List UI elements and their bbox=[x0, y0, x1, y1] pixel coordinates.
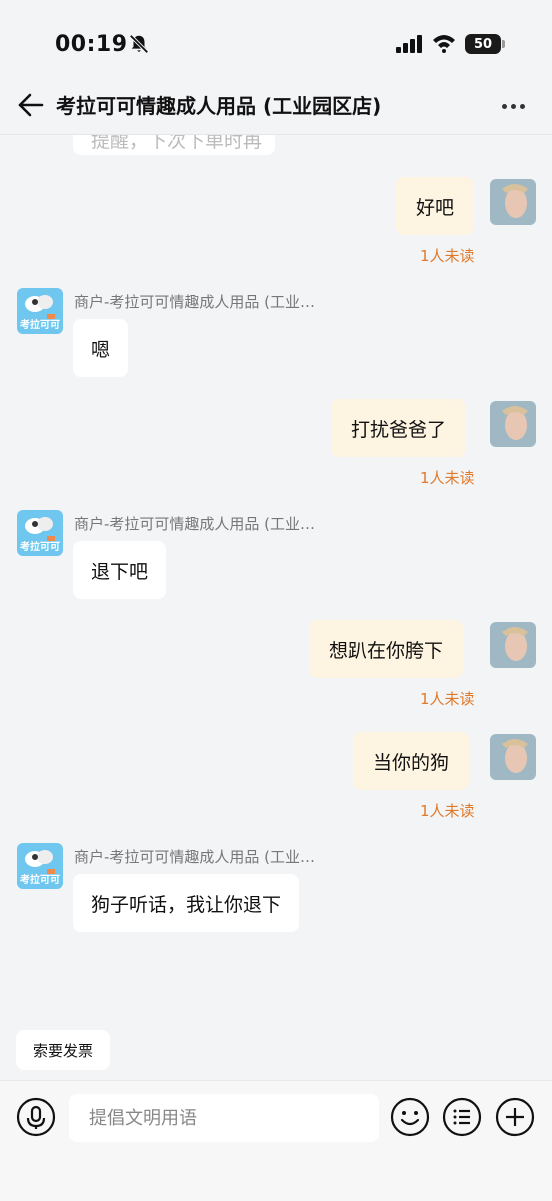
user-avatar-image bbox=[490, 401, 536, 447]
unread-status: 1人未读 bbox=[420, 469, 475, 487]
bell-muted-icon bbox=[129, 34, 149, 54]
back-arrow-icon[interactable] bbox=[14, 90, 48, 120]
emoji-icon[interactable] bbox=[390, 1097, 430, 1137]
shop-avatar[interactable]: 考拉可可 bbox=[17, 510, 63, 556]
shop-avatar[interactable]: 考拉可可 bbox=[17, 288, 63, 334]
message-text: 提醒，下次下单时再 bbox=[91, 135, 263, 152]
chat-title: 考拉可可情趣成人用品 (工业园区店) bbox=[56, 94, 382, 118]
message-text: 嗯 bbox=[91, 338, 111, 361]
request-invoice-button[interactable]: 索要发票 bbox=[16, 1030, 111, 1070]
chip-label: 索要发票 bbox=[33, 1041, 94, 1060]
cellular-signal-icon bbox=[396, 35, 422, 53]
svg-text:考拉可可: 考拉可可 bbox=[20, 318, 60, 331]
unread-status: 1人未读 bbox=[420, 247, 475, 265]
message-bubble-shop[interactable]: 提醒，下次下单时再 bbox=[73, 135, 275, 155]
svg-text:考拉可可: 考拉可可 bbox=[20, 873, 60, 886]
message-text: 狗子听话，我让你退下 bbox=[91, 893, 282, 916]
my-avatar[interactable] bbox=[490, 622, 536, 668]
message-input[interactable] bbox=[69, 1094, 379, 1142]
user-avatar-image bbox=[490, 622, 536, 668]
message-text: 好吧 bbox=[416, 196, 455, 219]
koala-logo-icon: 考拉可可 bbox=[17, 510, 63, 556]
message-text: 当你的狗 bbox=[373, 751, 450, 774]
status-bar: 00:19 50 bbox=[0, 0, 552, 88]
sender-name: 商户-考拉可可情趣成人用品 (工业… bbox=[74, 848, 316, 866]
sender-name: 商户-考拉可可情趣成人用品 (工业… bbox=[74, 293, 316, 311]
status-time: 00:19 bbox=[55, 32, 128, 57]
chat-header: 考拉可可情趣成人用品 (工业园区店) bbox=[0, 80, 552, 132]
unread-status: 1人未读 bbox=[420, 690, 475, 708]
input-bar bbox=[0, 1080, 552, 1201]
message-bubble-me[interactable]: 好吧 bbox=[396, 177, 475, 235]
koala-logo-icon: 考拉可可 bbox=[17, 843, 63, 889]
message-bubble-me[interactable]: 想趴在你胯下 bbox=[309, 620, 464, 678]
microphone-icon[interactable] bbox=[16, 1097, 56, 1137]
my-avatar[interactable] bbox=[490, 179, 536, 225]
message-bubble-shop[interactable]: 退下吧 bbox=[73, 541, 167, 599]
koala-logo-icon: 考拉可可 bbox=[17, 288, 63, 334]
message-bubble-shop[interactable]: 狗子听话，我让你退下 bbox=[73, 874, 300, 932]
svg-text:考拉可可: 考拉可可 bbox=[20, 540, 60, 553]
plus-icon[interactable] bbox=[495, 1097, 535, 1137]
more-options-icon[interactable] bbox=[498, 94, 528, 118]
shop-avatar[interactable]: 考拉可可 bbox=[17, 843, 63, 889]
message-text: 退下吧 bbox=[91, 560, 149, 583]
message-text: 打扰爸爸了 bbox=[351, 418, 447, 441]
user-avatar-image bbox=[490, 179, 536, 225]
message-bubble-me[interactable]: 打扰爸爸了 bbox=[331, 399, 467, 457]
unread-status: 1人未读 bbox=[420, 802, 475, 820]
user-avatar-image bbox=[490, 734, 536, 780]
wifi-icon bbox=[433, 35, 455, 53]
battery-indicator: 50 bbox=[465, 34, 505, 54]
message-bubble-me[interactable]: 当你的狗 bbox=[353, 732, 470, 790]
my-avatar[interactable] bbox=[490, 401, 536, 447]
list-menu-icon[interactable] bbox=[442, 1097, 482, 1137]
message-bubble-shop[interactable]: 嗯 bbox=[73, 319, 129, 377]
sender-name: 商户-考拉可可情趣成人用品 (工业… bbox=[74, 515, 316, 533]
message-list[interactable]: 提醒，下次下单时再 好吧 1人未读 考拉可可 商户-考拉可可情趣成人用品 (工业… bbox=[0, 135, 552, 1025]
my-avatar[interactable] bbox=[490, 734, 536, 780]
message-text: 想趴在你胯下 bbox=[329, 639, 444, 662]
